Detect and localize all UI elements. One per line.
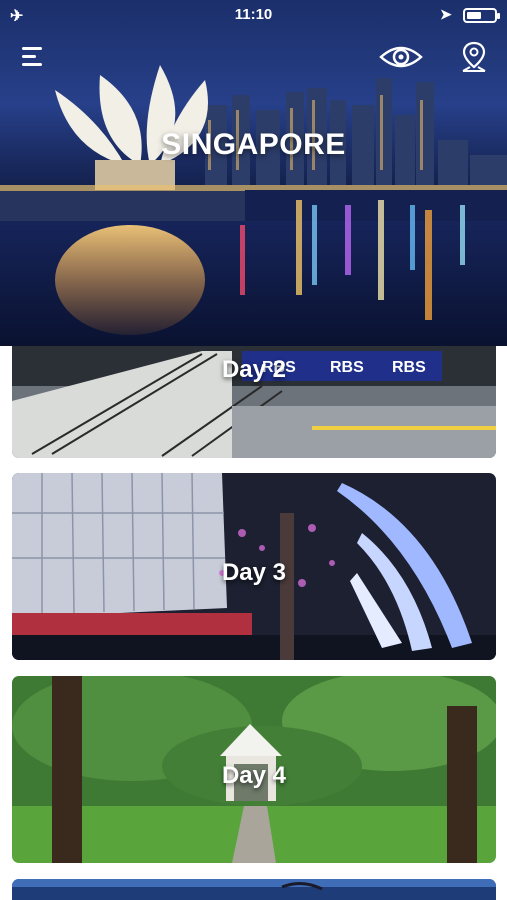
day-label: Day 2 — [221, 356, 287, 383]
day-card[interactable]: Day 4 — [12, 676, 496, 863]
day-card-image — [12, 879, 496, 900]
marina-bay-skyline-image — [0, 65, 507, 346]
day-card[interactable] — [12, 879, 496, 900]
day-label: Day 4 — [221, 762, 287, 789]
status-time: 11:10 — [234, 6, 273, 23]
day-label: Day 3 — [221, 559, 287, 586]
view-toggle-button[interactable] — [378, 42, 424, 72]
map-button[interactable] — [460, 40, 488, 74]
city-title: SINGAPORE — [161, 128, 346, 161]
map-pin-icon — [462, 41, 486, 72]
day-card[interactable]: RBS RBS RBS Day 2 — [12, 346, 496, 458]
day-card[interactable]: Day 3 — [12, 473, 496, 660]
menu-button[interactable] — [18, 42, 48, 72]
eye-icon — [379, 46, 423, 68]
battery-icon — [463, 8, 500, 23]
battery-level — [467, 12, 481, 19]
status-bar: ✈ 11:10 ➤ — [0, 0, 507, 30]
hero-banner: ✈ 11:10 ➤ SINGAPORE — [0, 0, 507, 346]
location-arrow-icon: ➤ — [440, 6, 452, 22]
